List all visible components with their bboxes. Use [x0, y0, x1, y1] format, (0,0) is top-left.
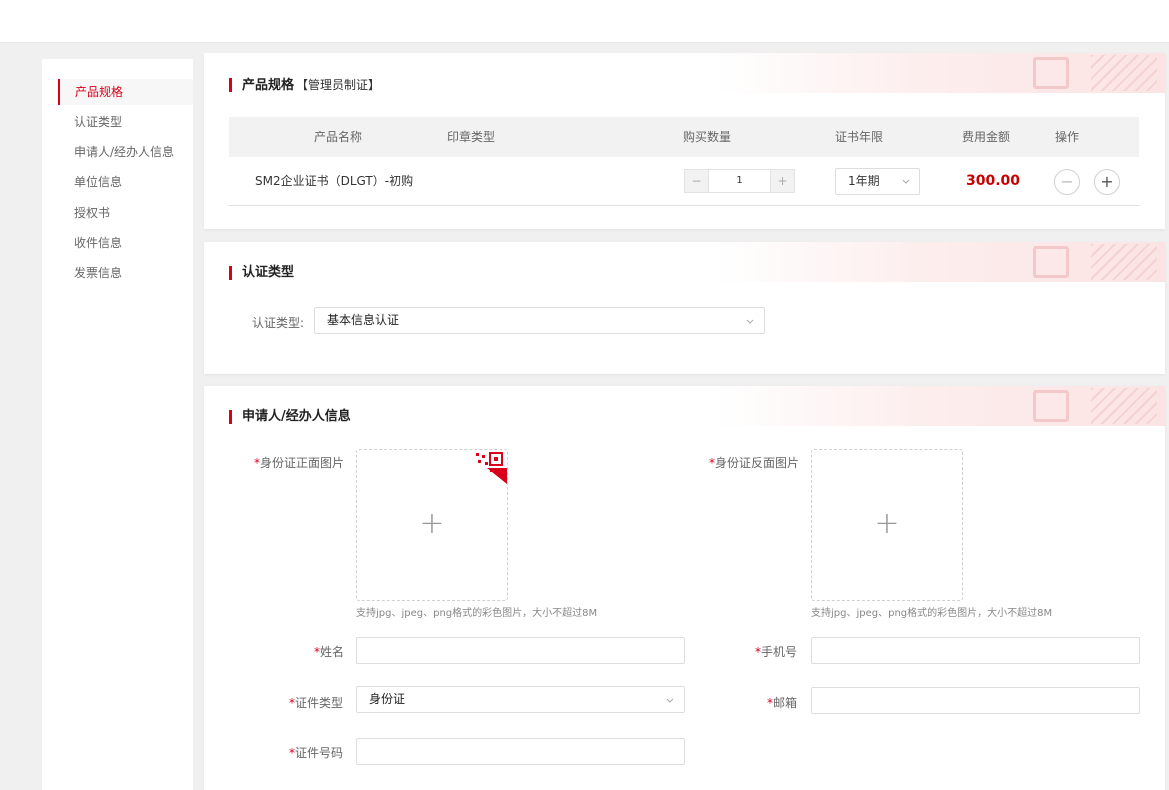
decoration-shape	[1033, 246, 1069, 278]
id-front-label: *身份证正面图片	[254, 456, 345, 470]
column-header-seal-type: 印章类型	[447, 130, 496, 144]
column-header-quantity: 购买数量	[683, 130, 732, 144]
decoration-lines	[1091, 55, 1157, 91]
add-row-button[interactable]: +	[1094, 169, 1120, 195]
qr-code-icon	[476, 452, 507, 484]
top-header-bar	[0, 0, 1169, 43]
card-decoration	[715, 386, 1165, 426]
auth-type-select[interactable]: 基本信息认证	[314, 307, 765, 334]
id-type-value: 身份证	[369, 692, 406, 706]
years-select[interactable]: 1年期	[835, 168, 920, 195]
sidebar-item-product-spec[interactable]: 产品规格	[58, 79, 193, 105]
decoration-shape	[1033, 57, 1069, 89]
email-input[interactable]	[811, 687, 1140, 714]
applicant-card: 申请人/经办人信息 *身份证正面图片 + 支持jpg、jpeg、png格式的彩色…	[204, 386, 1165, 790]
years-select-value: 1年期	[848, 174, 880, 188]
quantity-value[interactable]: 1	[709, 170, 770, 192]
id-type-select[interactable]: 身份证	[356, 686, 685, 713]
product-spec-card: 产品规格 【管理员制证】 产品名称 印章类型 购买数量 证书年限 费用金额 操作 …	[204, 53, 1165, 229]
section-title-applicant: 申请人/经办人信息	[229, 410, 351, 424]
name-label: *姓名	[314, 645, 345, 659]
fee-amount: 300.00	[966, 173, 1021, 189]
auth-type-label: 认证类型:	[252, 316, 305, 330]
quantity-increase-button[interactable]: +	[770, 170, 794, 192]
upload-plus-icon: +	[874, 506, 900, 541]
section-subtitle: 【管理员制证】	[296, 78, 381, 92]
sidebar-item-receipt-info[interactable]: 收件信息	[58, 230, 193, 256]
sidebar-item-authorization[interactable]: 授权书	[58, 200, 193, 226]
table-header: 产品名称 印章类型 购买数量 证书年限 费用金额 操作	[229, 117, 1139, 157]
column-header-years: 证书年限	[835, 130, 884, 144]
remove-row-button[interactable]: −	[1054, 169, 1080, 195]
column-header-fee: 费用金额	[962, 130, 1011, 144]
auth-type-card: 认证类型 认证类型: 基本信息认证	[204, 242, 1165, 374]
phone-input[interactable]	[811, 637, 1140, 664]
quantity-decrease-button[interactable]: −	[685, 170, 709, 192]
column-header-action: 操作	[1055, 130, 1080, 144]
section-title-product-spec: 产品规格 【管理员制证】	[229, 78, 381, 93]
id-back-upload[interactable]: +	[811, 449, 963, 601]
product-name: SM2企业证书（DLGT）-初购	[255, 174, 414, 188]
auth-type-value: 基本信息认证	[327, 313, 400, 327]
card-decoration	[715, 242, 1165, 282]
id-number-label: *证件号码	[289, 746, 344, 760]
id-back-label: *身份证反面图片	[709, 456, 800, 470]
sidebar-nav: 产品规格 认证类型 申请人/经办人信息 单位信息 授权书 收件信息 发票信息	[42, 59, 193, 790]
decoration-lines	[1091, 388, 1157, 424]
id-type-label: *证件类型	[289, 696, 344, 710]
card-decoration	[715, 53, 1165, 93]
sidebar-item-invoice-info[interactable]: 发票信息	[58, 260, 193, 286]
sidebar-item-applicant-info[interactable]: 申请人/经办人信息	[58, 139, 193, 165]
chevron-down-icon	[666, 698, 674, 703]
id-front-upload[interactable]: +	[356, 449, 508, 601]
decoration-shape	[1033, 390, 1069, 422]
chevron-down-icon	[902, 179, 910, 184]
phone-label: *手机号	[755, 645, 798, 659]
section-title-auth-type: 认证类型	[229, 266, 294, 280]
column-header-name: 产品名称	[314, 130, 363, 144]
chevron-down-icon	[746, 319, 754, 324]
upload-plus-icon: +	[419, 506, 445, 541]
upload-hint: 支持jpg、jpeg、png格式的彩色图片，大小不超过8M	[811, 608, 1053, 619]
sidebar-item-company-info[interactable]: 单位信息	[58, 169, 193, 195]
email-label: *邮箱	[767, 696, 798, 710]
sidebar-item-auth-type[interactable]: 认证类型	[58, 109, 193, 135]
id-number-input[interactable]	[356, 738, 685, 765]
quantity-stepper: − 1 +	[684, 169, 795, 193]
name-input[interactable]	[356, 637, 685, 664]
decoration-lines	[1091, 244, 1157, 280]
upload-hint: 支持jpg、jpeg、png格式的彩色图片，大小不超过8M	[356, 608, 598, 619]
table-row: SM2企业证书（DLGT）-初购 − 1 + 1年期 300.00 − +	[229, 157, 1139, 206]
